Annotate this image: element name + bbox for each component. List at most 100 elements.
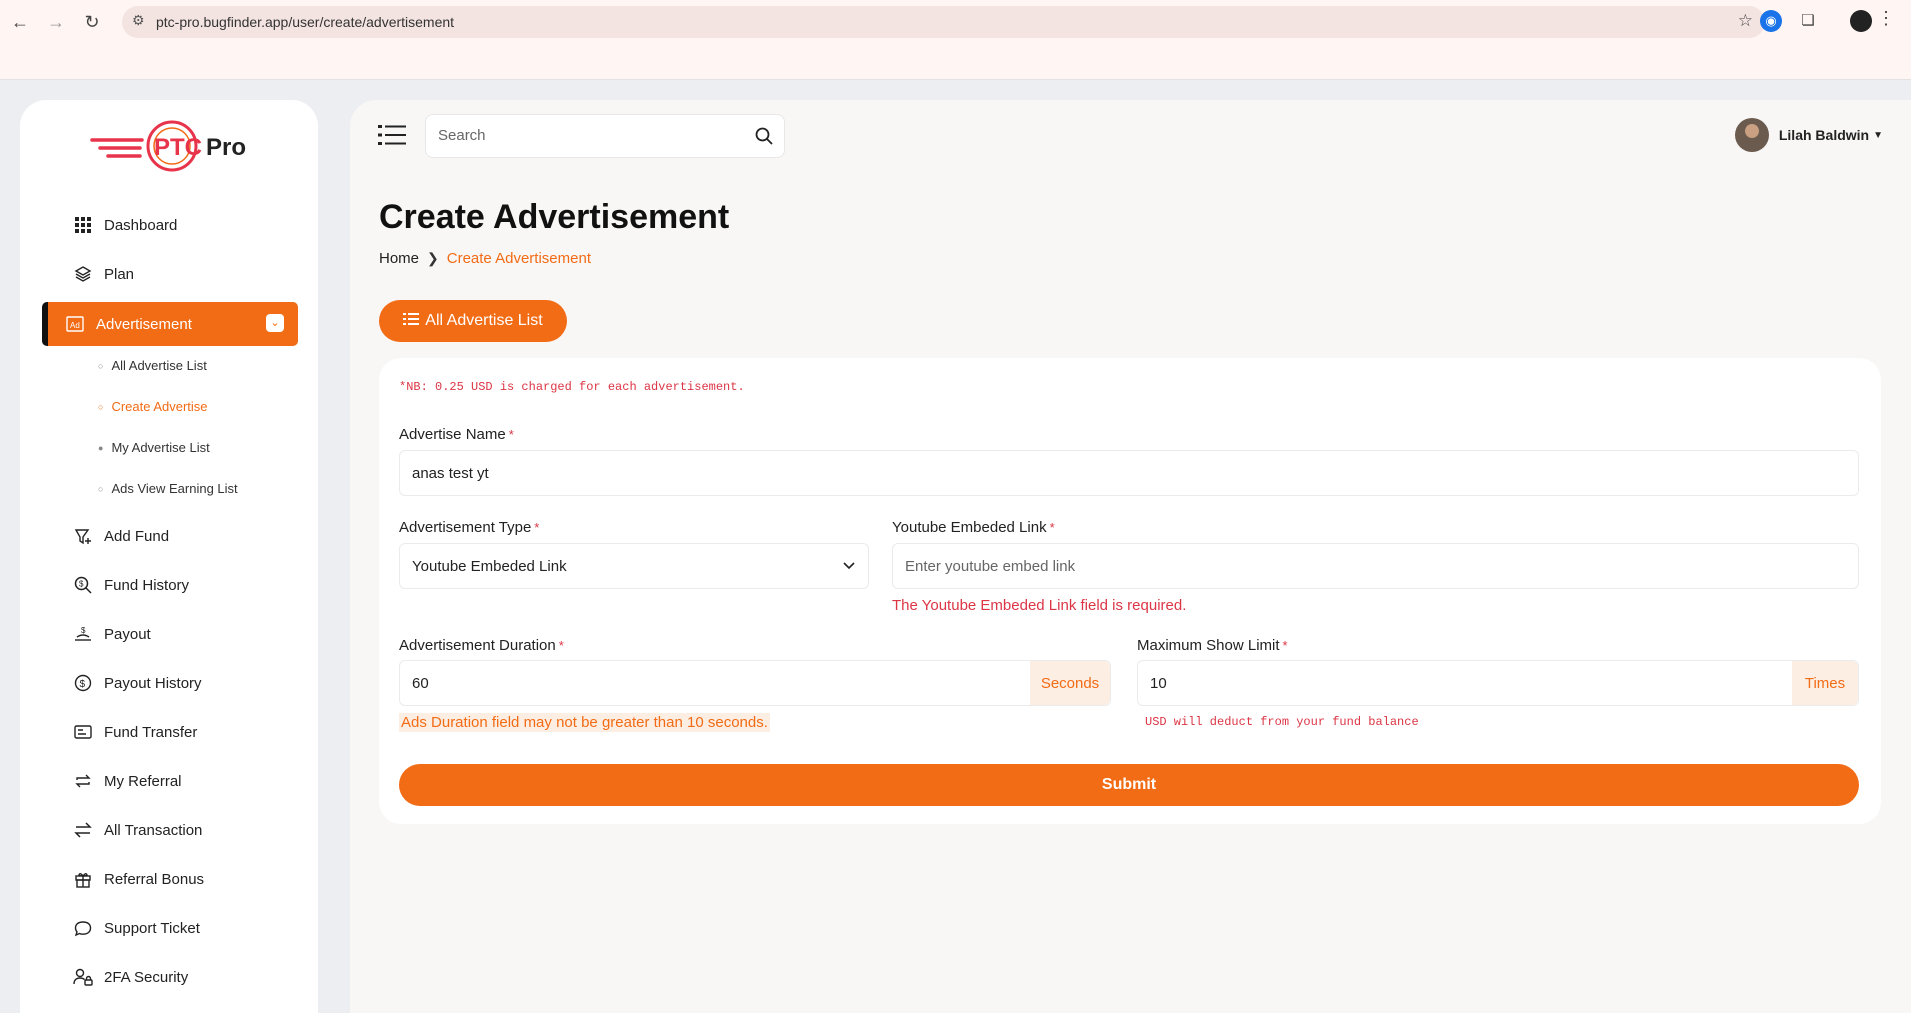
sidebar-item-referral-bonus[interactable]: Referral Bonus [50, 859, 298, 899]
search-money-icon: $ [72, 574, 94, 596]
back-icon[interactable]: ← [8, 10, 32, 34]
browser-toolbar: ← → ↻ ⚙ ptc-pro.bugfinder.app/user/creat… [0, 0, 1911, 80]
svg-text:Pro: Pro [206, 134, 246, 161]
sidebar-subitem-ads-view-earning-list[interactable]: ○ Ads View Earning List [98, 481, 238, 496]
list-icon [403, 312, 420, 331]
grid-icon [72, 214, 94, 236]
user-name: Lilah Baldwin [1778, 127, 1870, 143]
youtube-link-error: The Youtube Embeded Link field is requir… [892, 597, 1187, 614]
repeat-icon [72, 770, 94, 792]
submit-button[interactable]: Submit [399, 764, 1859, 806]
maximum-show-limit-label: Maximum Show Limit * [1137, 637, 1288, 654]
youtube-link-label: Youtube Embeded Link * [892, 519, 1055, 536]
users-lock-icon [72, 966, 94, 988]
sidebar-subitem-all-advertise-list[interactable]: ○ All Advertise List [98, 358, 207, 373]
sidebar-item-label: Referral Bonus [104, 870, 205, 888]
sidebar-item-my-referral[interactable]: My Referral [50, 761, 298, 801]
svg-text:$: $ [79, 580, 84, 589]
main-panel: Lilah Baldwin ▼ Create Advertisement Hom… [350, 100, 1911, 1013]
advertise-name-input[interactable]: anas test yt [399, 450, 1859, 496]
profile-avatar-icon[interactable] [1850, 10, 1872, 32]
sidebar-item-fund-transfer[interactable]: Fund Transfer [50, 712, 298, 752]
ptcpro-logo[interactable]: PTC Pro [90, 118, 270, 174]
sidebar-item-advertisement[interactable]: Ad Advertisement ⌄ [42, 302, 298, 346]
limit-unit-addon: Times [1792, 661, 1858, 705]
chevron-right-icon: ❯ [427, 250, 439, 266]
advertisement-type-select[interactable]: Youtube Embeded Link [399, 543, 869, 589]
sidebar-item-label: Advertisement [96, 315, 192, 333]
reload-icon[interactable]: ↻ [80, 10, 104, 34]
duration-unit-addon: Seconds [1030, 661, 1110, 705]
sidebar-item-label: Fund History [104, 576, 190, 594]
charge-note: *NB: 0.25 USD is charged for each advert… [399, 380, 745, 394]
list-button-label: All Advertise List [425, 312, 543, 329]
all-advertise-list-button[interactable]: All Advertise List [379, 300, 567, 342]
svg-text:PTC: PTC [154, 134, 202, 161]
sidebar-item-label: Payout History [104, 674, 202, 692]
sidebar-item-dashboard[interactable]: Dashboard [50, 205, 298, 245]
chat-icon [72, 917, 94, 939]
card-icon [72, 721, 94, 743]
search-box [425, 114, 785, 158]
breadcrumb-current: Create Advertisement [446, 250, 591, 267]
duration-error: Ads Duration field may not be greater th… [399, 713, 770, 732]
bullet-icon: ○ [98, 360, 104, 371]
breadcrumb-home[interactable]: Home [379, 250, 419, 267]
sidebar-item-label: Add Fund [104, 527, 170, 545]
page-title: Create Advertisement [379, 198, 730, 236]
search-input[interactable] [438, 127, 738, 144]
bullet-icon: ● [98, 442, 104, 453]
sidebar-item-label: All Transaction [104, 821, 203, 839]
ad-icon: Ad [64, 313, 86, 335]
user-menu[interactable]: Lilah Baldwin ▼ [1734, 118, 1883, 152]
sidebar-item-label: Payout [104, 625, 151, 643]
advertisement-form-card: *NB: 0.25 USD is charged for each advert… [379, 358, 1881, 824]
url-text: ptc-pro.bugfinder.app/user/create/advert… [156, 14, 455, 30]
sidebar-item-label: Dashboard [104, 216, 178, 234]
menu-kebab-icon[interactable]: ⋮ [1877, 8, 1895, 29]
sidebar-item-payout[interactable]: $ Payout [50, 614, 298, 654]
exchange-icon [72, 819, 94, 841]
sidebar-item-support-ticket[interactable]: Support Ticket [50, 908, 298, 948]
hamburger-menu-icon[interactable] [378, 124, 406, 148]
sidebar-item-label: Support Ticket [104, 919, 200, 937]
sidebar-item-label: Plan [104, 265, 135, 283]
forward-icon[interactable]: → [44, 10, 68, 34]
layers-icon [72, 263, 94, 285]
sidebar-item-fund-history[interactable]: $ Fund History [50, 565, 298, 605]
advertise-name-label: Advertise Name * [399, 426, 514, 443]
payout-icon: $ [72, 623, 94, 645]
extension-icon[interactable]: ◉ [1760, 10, 1782, 32]
maximum-show-limit-input[interactable]: 10 Times [1137, 660, 1859, 706]
sidebar-item-2fa-security[interactable]: 2FA Security [50, 957, 298, 997]
svg-text:Ad: Ad [70, 321, 80, 330]
avatar [1734, 118, 1769, 152]
sidebar-subitem-create-advertise[interactable]: ○ Create Advertise [98, 399, 208, 414]
advertisement-duration-input[interactable]: 60 Seconds [399, 660, 1111, 706]
add-fund-icon [72, 525, 94, 547]
advertisement-duration-label: Advertisement Duration * [399, 637, 564, 654]
sidebar-subitem-my-advertise-list[interactable]: ● My Advertise List [98, 440, 210, 455]
bullet-icon: ○ [98, 401, 104, 412]
gift-icon [72, 868, 94, 890]
bookmark-star-icon[interactable]: ☆ [1738, 11, 1753, 31]
sidebar-item-all-transaction[interactable]: All Transaction [50, 810, 298, 850]
advertisement-type-label: Advertisement Type * [399, 519, 540, 536]
sidebar-item-label: My Referral [104, 772, 182, 790]
chevron-down-icon [842, 558, 856, 577]
bullet-icon: ○ [98, 483, 104, 494]
limit-hint: USD will deduct from your fund balance [1145, 715, 1419, 729]
sidebar-item-plan[interactable]: Plan [50, 254, 298, 294]
search-icon[interactable] [754, 126, 774, 151]
sidebar-item-add-fund[interactable]: Add Fund [50, 516, 298, 556]
sidebar-item-label: Fund Transfer [104, 723, 198, 741]
address-bar[interactable]: ⚙ ptc-pro.bugfinder.app/user/create/adve… [122, 6, 1765, 38]
sidebar-item-label: 2FA Security [104, 968, 189, 986]
chevron-down-icon[interactable]: ⌄ [266, 314, 284, 332]
breadcrumb: Home ❯ Create Advertisement [379, 250, 591, 267]
puzzle-icon[interactable]: ❏ [1797, 10, 1819, 32]
youtube-link-input[interactable]: Enter youtube embed link [892, 543, 1859, 589]
svg-text:$: $ [80, 679, 86, 690]
site-settings-icon[interactable]: ⚙ [132, 12, 145, 29]
sidebar-item-payout-history[interactable]: $ Payout History [50, 663, 298, 703]
